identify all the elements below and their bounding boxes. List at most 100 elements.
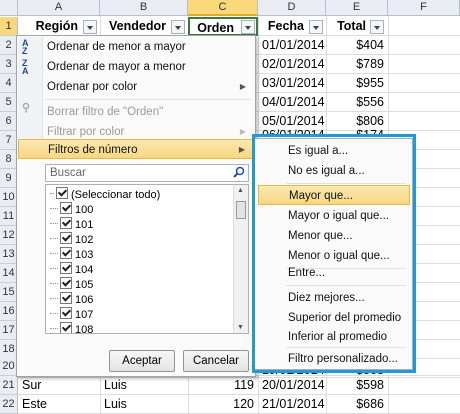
cell-vendedor[interactable]: Luis — [104, 395, 127, 414]
checklist-label: 100 — [75, 204, 94, 216]
checklist-label: 101 — [75, 219, 94, 231]
column-header-a[interactable]: A — [18, 0, 100, 16]
filter-dropdown-orden[interactable] — [241, 20, 255, 34]
column-header-c[interactable]: C — [188, 0, 258, 16]
submenu-item-custom-filter[interactable]: Filtro personalizado... — [258, 349, 410, 369]
checkbox-icon[interactable] — [60, 232, 72, 244]
submenu-separator — [286, 285, 406, 286]
checklist-item[interactable]: 108 — [50, 322, 93, 333]
submenu-item-greater-or-equal[interactable]: Mayor o igual que... — [258, 206, 410, 226]
scroll-up-icon[interactable]: ▲ — [237, 187, 244, 194]
checklist-item-select-all[interactable]: (Seleccionar todo) — [50, 187, 160, 202]
cell-fecha[interactable]: 20/01/2014 — [262, 376, 325, 395]
clear-filter-item: ⚲ Borrar filtro de "Orden" — [18, 102, 254, 122]
checklist-label: 103 — [75, 249, 94, 261]
sort-descending-item[interactable]: ZA Ordenar de mayor a menor — [18, 57, 254, 77]
checklist-item[interactable]: 100 — [50, 202, 93, 217]
cell-total[interactable]: $789 — [326, 55, 384, 74]
cell-fecha[interactable]: 03/01/2014 — [262, 74, 325, 93]
cell-total[interactable]: $556 — [326, 93, 384, 112]
menu-separator — [45, 99, 251, 100]
filter-dropdown-region[interactable] — [83, 20, 97, 34]
checkbox-icon[interactable] — [56, 187, 68, 199]
number-filters-submenu: Es igual a... No es igual a... Mayor que… — [253, 138, 413, 370]
cell-fecha[interactable]: 06/01/2014 — [262, 127, 325, 135]
search-input[interactable]: Buscar — [45, 164, 249, 182]
menu-item-label: Filtrar por color — [47, 126, 125, 138]
checkbox-icon[interactable] — [60, 292, 72, 304]
cell-total[interactable]: $598 — [326, 376, 384, 395]
checkbox-icon[interactable] — [60, 247, 72, 259]
cell-fecha[interactable]: 21/01/2014 — [262, 395, 325, 414]
submenu-separator — [286, 347, 406, 348]
cell-orden[interactable]: 119 — [188, 376, 254, 395]
submenu-item-greater-than[interactable]: Mayor que... — [258, 185, 410, 205]
cell-region[interactable]: Sur — [22, 376, 41, 395]
submenu-arrow-icon: ▶ — [239, 82, 246, 91]
scrollbar-thumb[interactable] — [236, 201, 246, 219]
column-header-f[interactable]: F — [388, 0, 460, 16]
search-icon — [233, 166, 245, 178]
cell-fecha[interactable]: 04/01/2014 — [262, 93, 325, 112]
cancel-button[interactable]: Cancelar — [183, 350, 249, 372]
checklist-item[interactable]: 104 — [50, 262, 93, 277]
checkbox-icon[interactable] — [60, 307, 72, 319]
filter-dropdown-vendedor[interactable] — [171, 20, 185, 34]
submenu-arrow-icon: ▶ — [238, 145, 245, 154]
checkbox-icon[interactable] — [60, 322, 72, 333]
submenu-separator — [286, 183, 406, 184]
cell-total[interactable]: $404 — [326, 36, 384, 55]
checklist-item[interactable]: 101 — [50, 217, 93, 232]
cell-total[interactable]: $174 — [326, 127, 384, 135]
submenu-item-top-ten[interactable]: Diez mejores... — [258, 288, 410, 308]
row-header-21[interactable]: 21 — [0, 376, 18, 395]
checklist-label: (Seleccionar todo) — [71, 189, 161, 201]
cell-vendedor[interactable]: Luis — [104, 376, 127, 395]
checklist-item[interactable]: 103 — [50, 247, 93, 262]
checkbox-icon[interactable] — [60, 277, 72, 289]
filter-dropdown-fecha[interactable] — [309, 20, 323, 34]
sort-ascending-item[interactable]: AZ Ordenar de menor a mayor — [18, 37, 254, 57]
filter-dropdown-total[interactable] — [370, 20, 384, 34]
cell-fecha[interactable]: 01/01/2014 — [262, 36, 325, 55]
submenu-item-equals[interactable]: Es igual a... — [258, 141, 410, 161]
checklist-label: 104 — [75, 264, 94, 276]
scroll-down-icon[interactable]: ▼ — [237, 324, 244, 331]
checkbox-icon[interactable] — [60, 202, 72, 214]
autofilter-menu: AZ Ordenar de menor a mayor ZA Ordenar d… — [16, 35, 256, 377]
row-header-1[interactable]: 1 — [0, 17, 18, 36]
column-header-b[interactable]: B — [100, 0, 188, 16]
sort-ascending-icon: AZ — [22, 38, 29, 56]
search-placeholder: Buscar — [50, 167, 86, 179]
cell-total[interactable]: $955 — [326, 74, 384, 93]
column-header-e[interactable]: E — [326, 0, 388, 16]
cell-orden[interactable]: 120 — [188, 395, 254, 414]
checkbox-icon[interactable] — [60, 217, 72, 229]
sort-by-color-item[interactable]: Ordenar por color ▶ — [18, 77, 254, 97]
submenu-item-below-average[interactable]: Inferior al promedio — [258, 327, 410, 347]
checklist-item[interactable]: 106 — [50, 292, 93, 307]
accept-button[interactable]: Aceptar — [109, 350, 175, 372]
submenu-item-less-than[interactable]: Menor que... — [258, 226, 410, 246]
select-all-corner[interactable] — [0, 0, 18, 16]
checklist-item[interactable]: 105 — [50, 277, 93, 292]
clear-filter-icon: ⚲ — [22, 102, 31, 114]
checklist-label: 102 — [75, 234, 94, 246]
number-filters-item[interactable]: Filtros de número ▶ — [18, 139, 254, 159]
checklist-scrollbar[interactable]: ▲ ▼ — [233, 185, 248, 333]
checklist-label: 106 — [75, 294, 94, 306]
checklist-item[interactable]: 102 — [50, 232, 93, 247]
cell-fecha[interactable]: 02/01/2014 — [262, 55, 325, 74]
checklist-item[interactable]: 107 — [50, 307, 93, 322]
column-header-d[interactable]: D — [258, 0, 326, 16]
cell-region[interactable]: Este — [22, 395, 47, 414]
submenu-item-not-equals[interactable]: No es igual a... — [258, 161, 410, 181]
cell-total[interactable]: $686 — [326, 395, 384, 414]
row-header-22[interactable]: 22 — [0, 395, 18, 414]
submenu-item-between[interactable]: Entre... — [258, 263, 410, 283]
sort-descending-icon: ZA — [22, 58, 29, 76]
menu-item-label: Ordenar por color — [47, 81, 138, 93]
submenu-item-above-average[interactable]: Superior del promedio — [258, 308, 410, 328]
resize-grip-icon[interactable]: ⋰ — [245, 366, 253, 374]
checkbox-icon[interactable] — [60, 262, 72, 274]
